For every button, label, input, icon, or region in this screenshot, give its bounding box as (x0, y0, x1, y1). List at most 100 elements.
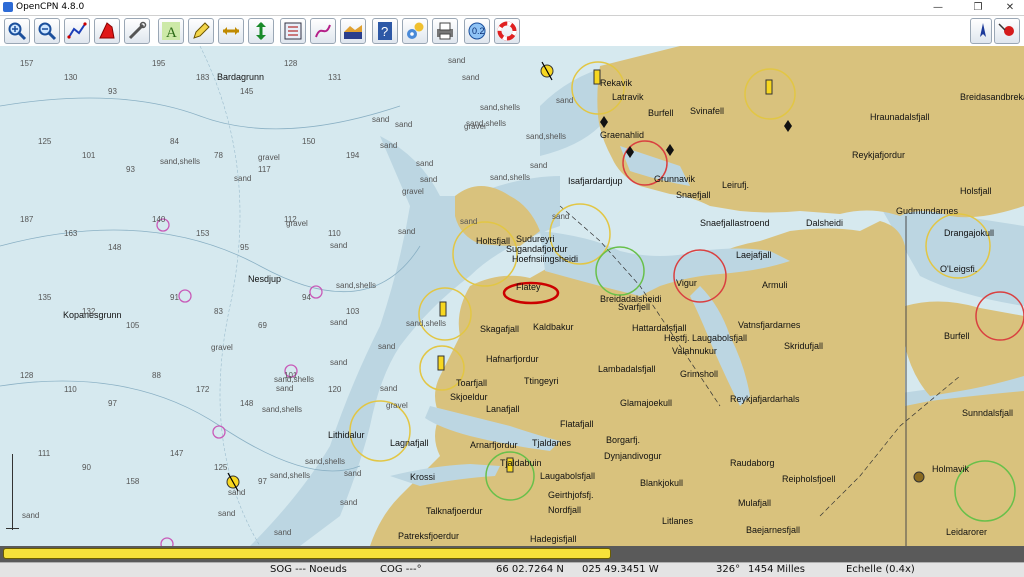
place-label: Valahnukur (672, 346, 717, 356)
place-label: Latravik (612, 92, 644, 102)
bearing-readout: 326° (716, 564, 741, 575)
scale-readout: Echelle (0.4x) (846, 564, 915, 575)
place-label: Arnarfjordur (470, 440, 518, 450)
route-button[interactable] (64, 18, 90, 44)
place-label: O'Leigsfi. (940, 264, 977, 274)
place-label: Laejafjall (736, 250, 772, 260)
seabed-label: sand (330, 318, 347, 327)
print-button[interactable] (432, 18, 458, 44)
place-label: Kaldbakur (533, 322, 574, 332)
ship-button[interactable] (94, 18, 120, 44)
pencil-icon (193, 22, 210, 39)
zoom-in-button[interactable] (4, 18, 30, 44)
place-label: Baejarnesfjall (746, 525, 800, 535)
place-label: Svarfjell (618, 302, 650, 312)
lifebuoy-button[interactable] (494, 18, 520, 44)
place-label: Rekavik (600, 78, 633, 88)
seabed-label: sand,shells (270, 471, 310, 480)
seabed-label: gravel (464, 122, 486, 131)
depth-sounding: 125 (38, 137, 52, 146)
place-label: Hraunadalsfjall (870, 112, 930, 122)
depth-sounding: 157 (20, 59, 34, 68)
depth-sounding: 135 (38, 293, 52, 302)
chart-canvas[interactable]: Bardagrunn Nesdjup Kopanesgrunn Flatey Skaga… (0, 46, 1024, 546)
place-label: Litlanes (662, 516, 694, 526)
depth-sounding: 117 (258, 165, 271, 174)
waypoint-button[interactable]: 0.2 (464, 18, 490, 44)
chart-load-progress (3, 548, 611, 559)
depth-sounding: 90 (82, 463, 91, 472)
ownship-icon[interactable] (913, 471, 925, 483)
status-bar: SOG --- Noeuds COG ---° 66 02.7264 N 025… (0, 562, 1024, 577)
close-button[interactable]: ✕ (998, 0, 1022, 15)
svg-text:?: ? (381, 24, 388, 39)
depth-sounding: 140 (152, 215, 166, 224)
place-label: Talknafjoerdur (426, 506, 483, 516)
seabed-label: sand (398, 227, 415, 236)
text-a-icon: A (162, 22, 180, 41)
seabed-label: sand (530, 161, 547, 170)
place-label: Lambadalsfjall (598, 364, 656, 374)
depth-contour (199, 46, 261, 546)
place-label: Vigur (676, 278, 697, 288)
seabed-label: sand,shells (305, 457, 345, 466)
place-label: Sugandafjordur (506, 244, 568, 254)
place-label: Holtsfjall (476, 236, 510, 246)
compass-icon (980, 23, 986, 37)
progress-track (0, 546, 1024, 562)
place-label: Lanafjall (486, 404, 520, 414)
scale-badge: 0.2 (472, 26, 485, 36)
minimize-button[interactable]: — (926, 0, 950, 15)
zoom-out-button[interactable] (34, 18, 60, 44)
place-label: Snaefjallastroend (700, 218, 770, 228)
help-button[interactable]: ? (372, 18, 398, 44)
seabed-label: sand (340, 498, 357, 507)
seabed-label: sand (22, 511, 39, 520)
text-button[interactable]: A (158, 18, 184, 44)
place-label: Tjaldabuin (500, 458, 542, 468)
place-label: Burfell (648, 108, 674, 118)
seabed-label: sand (276, 384, 293, 393)
place-label: Burfell (944, 331, 970, 341)
place-label: Reykjafjardarhals (730, 394, 800, 404)
compass-button[interactable] (970, 18, 992, 44)
up-down-button[interactable] (248, 18, 274, 44)
depth-sounding: 128 (20, 371, 34, 380)
seabed-label: gravel (386, 401, 408, 410)
restore-button[interactable]: ❐ (966, 0, 990, 15)
place-label: Grunnavik (654, 174, 696, 184)
tools-button[interactable] (124, 18, 150, 44)
layers-button[interactable] (340, 18, 366, 44)
seabed-label: sand,shells (262, 405, 302, 414)
depth-sounding: 110 (328, 229, 341, 238)
list-button[interactable] (280, 18, 306, 44)
updown-icon (256, 22, 266, 40)
place-label: Patreksfjoerdur (398, 531, 459, 541)
place-label: Skjoeldur (450, 392, 488, 402)
pencil-button[interactable] (188, 18, 214, 44)
place-label: Hestfj. Laugabolsfjall (664, 333, 747, 343)
track-button[interactable] (310, 18, 336, 44)
cog-readout: COG ---° (380, 564, 422, 575)
seabed-label: sand (330, 358, 347, 367)
gps-status-button[interactable] (994, 18, 1020, 44)
anchorage-marker (160, 537, 174, 546)
depth-sounding: 158 (126, 477, 140, 486)
depth-sounding: 172 (196, 385, 210, 394)
anchorage-marker (212, 425, 226, 439)
depth-contour (0, 97, 401, 130)
depth-sounding: 93 (108, 87, 117, 96)
depth-sounding: 110 (64, 385, 77, 394)
compass-rose (12, 454, 13, 530)
lighthouse-icon (437, 355, 445, 371)
place-label: Gudmundarnes (896, 206, 959, 216)
depth-sounding: 132 (82, 307, 96, 316)
settings-button[interactable] (402, 18, 428, 44)
wrench-icon (128, 21, 147, 40)
list-icon (284, 22, 302, 40)
depth-sounding: 131 (328, 73, 342, 82)
buoy-icon[interactable] (540, 61, 554, 81)
depth-sounding: 91 (170, 293, 179, 302)
seabed-label: sand (552, 212, 569, 221)
resize-button[interactable] (218, 18, 244, 44)
